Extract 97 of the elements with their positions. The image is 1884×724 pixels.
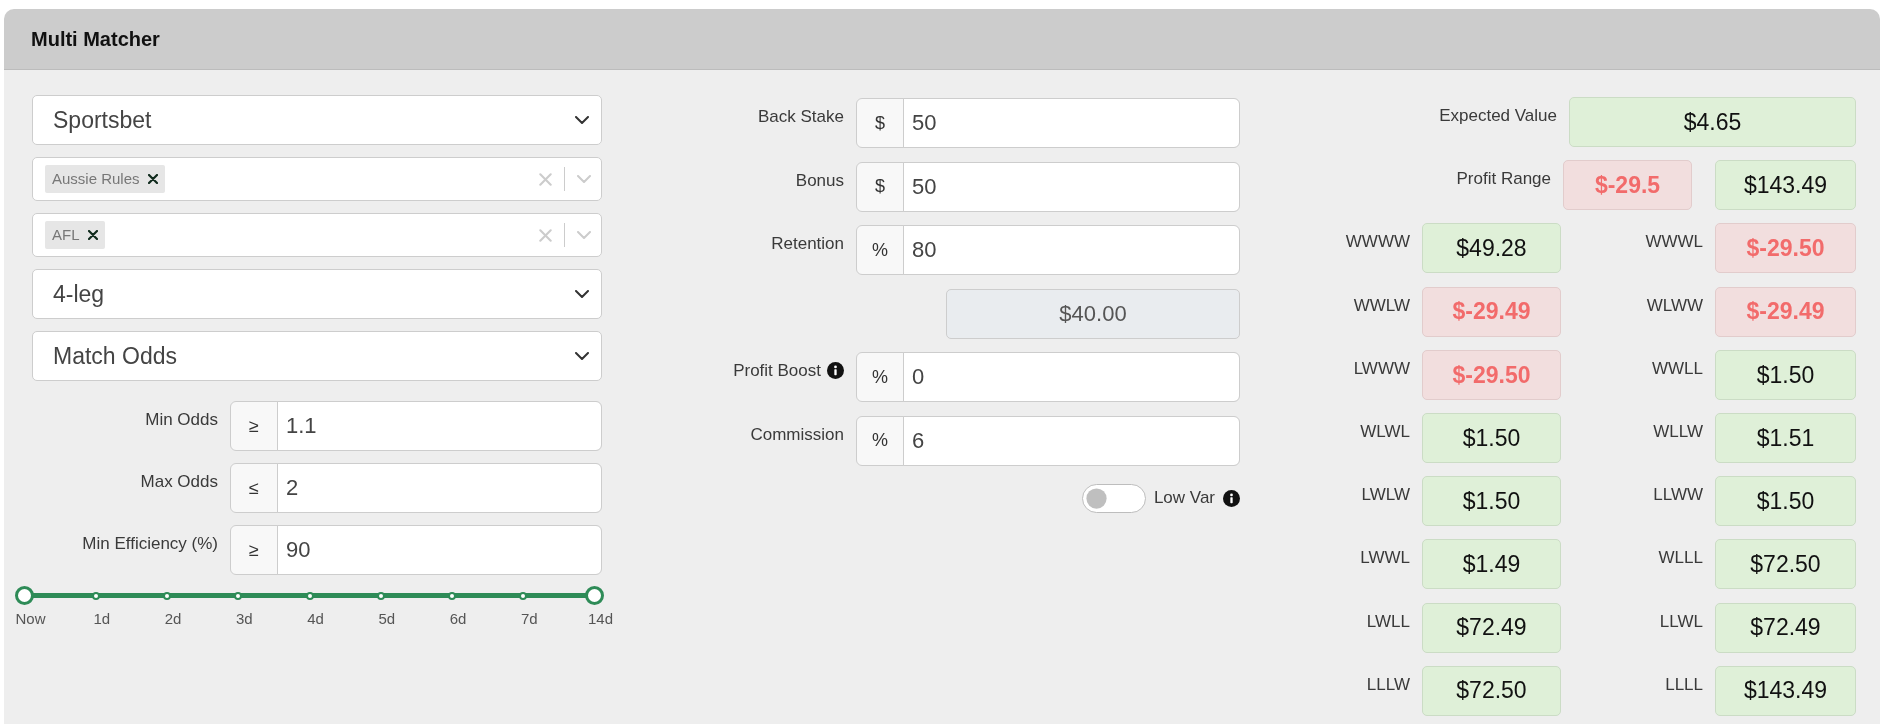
tick-label: 14d [588, 609, 613, 629]
tag-label: Aussie Rules [52, 168, 140, 189]
outcome-label: WLWL [1360, 420, 1410, 443]
chevron-down-icon[interactable] [575, 352, 589, 360]
result-field: $1.51 [1715, 412, 1856, 463]
result-field: $1.50 [1422, 476, 1561, 527]
result-field: $1.50 [1422, 412, 1561, 463]
result-field: $1.49 [1422, 539, 1561, 590]
result-field: $1.50 [1715, 476, 1856, 527]
multi-select-field[interactable]: AFL [32, 213, 602, 257]
outcome-label: LWWL [1360, 547, 1410, 570]
number-field[interactable]: 6 [903, 415, 1240, 466]
field-label: Max Odds [140, 471, 218, 493]
number-field[interactable]: 2 [277, 463, 602, 513]
info-icon[interactable] [827, 362, 844, 380]
tick-label: Now [15, 609, 46, 629]
readonly-field: $40.00 [946, 288, 1240, 339]
tick-label: 2d [164, 609, 182, 629]
outcome-label: LLWL [1659, 610, 1703, 633]
toggle-label: Low Var [1153, 487, 1215, 510]
field-label: Min Odds [145, 409, 218, 431]
number-field[interactable]: 1.1 [277, 401, 602, 451]
field-label: Back Stake [758, 106, 844, 128]
result-field: $72.49 [1422, 602, 1561, 653]
result-field: $72.50 [1715, 539, 1856, 590]
field-label: Retention [771, 233, 844, 256]
tick-label: 7d [520, 609, 538, 629]
tick-dot-icon [376, 591, 385, 600]
outcome-label: LLLL [1665, 673, 1703, 696]
input-prefix: $ [856, 161, 904, 212]
tick-dot-icon [519, 591, 528, 600]
tick-label: 1d [93, 609, 111, 629]
tick-dot-icon [163, 591, 171, 600]
number-field[interactable]: 50 [903, 161, 1240, 212]
slider-handle[interactable] [585, 586, 604, 605]
number-field[interactable]: 80 [903, 225, 1240, 276]
outcome-label: WWLW [1353, 294, 1410, 317]
outcome-label: WLLL [1658, 547, 1703, 570]
tick-label: 4d [307, 609, 324, 629]
result-field: $72.49 [1715, 602, 1856, 653]
number-field[interactable]: 0 [903, 352, 1240, 403]
tick-label: 6d [449, 609, 467, 629]
panel-title: Multi Matcher [31, 27, 160, 52]
field-label: Bonus [795, 169, 844, 192]
tick-label: 3d [235, 609, 253, 629]
outcome-label: WWWL [1645, 231, 1703, 254]
tick-dot-icon [234, 591, 243, 600]
field-label: Min Efficiency (%) [82, 533, 218, 555]
dropdown-select[interactable]: Sportsbet [32, 95, 602, 145]
number-field[interactable]: 50 [903, 98, 1240, 148]
tick-label: 5d [378, 609, 396, 629]
dropdown-select[interactable]: Match Odds [32, 331, 602, 381]
result-field: $49.28 [1422, 223, 1561, 274]
result-field: $4.65 [1569, 97, 1856, 147]
close-icon[interactable] [147, 174, 158, 184]
result-field: $-29.50 [1715, 223, 1856, 274]
field-label: Commission [750, 423, 844, 446]
input-prefix: $ [856, 98, 904, 148]
dropdown-select[interactable]: 4-leg [32, 269, 602, 319]
result-field: $-29.49 [1422, 286, 1561, 337]
tag-label: AFL [52, 224, 80, 245]
result-field: $-29.5 [1563, 160, 1692, 211]
input-prefix: % [856, 225, 904, 276]
field-label: Profit Boost [733, 360, 821, 383]
toggle-switch[interactable] [1081, 483, 1146, 513]
result-field: $-29.49 [1715, 286, 1856, 337]
tick-dot-icon [91, 591, 100, 600]
input-prefix: ≥ [230, 525, 278, 575]
input-prefix: ≤ [230, 463, 278, 513]
outcome-label: WLWW [1646, 294, 1703, 317]
outcome-label: LWLL [1366, 610, 1410, 633]
outcome-label: WWLL [1652, 357, 1703, 380]
tick-dot-icon [305, 591, 314, 600]
outcome-label: LLLW [1366, 673, 1410, 696]
result-field: $-29.50 [1422, 349, 1561, 400]
outcome-label: WWWW [1345, 231, 1410, 254]
outcome-label: LWLW [1361, 484, 1410, 507]
result-field: $143.49 [1715, 665, 1856, 716]
chevron-down-icon[interactable] [575, 116, 589, 124]
field-label: Expected Value [1439, 105, 1557, 127]
tick-dot-icon [448, 591, 456, 600]
close-icon[interactable] [87, 230, 98, 240]
info-icon[interactable] [1223, 489, 1240, 507]
result-field: $72.50 [1422, 665, 1561, 716]
input-prefix: % [856, 415, 904, 466]
input-prefix: ≥ [230, 401, 278, 451]
outcome-label: WLLW [1653, 420, 1703, 443]
slider-handle[interactable] [15, 586, 34, 605]
result-field: $143.49 [1715, 160, 1856, 211]
outcome-label: LWWW [1353, 357, 1410, 380]
input-prefix: % [856, 352, 904, 403]
field-label: Profit Range [1456, 168, 1551, 191]
chevron-down-icon[interactable] [575, 290, 589, 298]
result-field: $1.50 [1715, 349, 1856, 400]
number-field[interactable]: 90 [277, 525, 602, 575]
outcome-label: LLWW [1653, 484, 1703, 507]
multi-select-field[interactable]: Aussie Rules [32, 157, 602, 201]
